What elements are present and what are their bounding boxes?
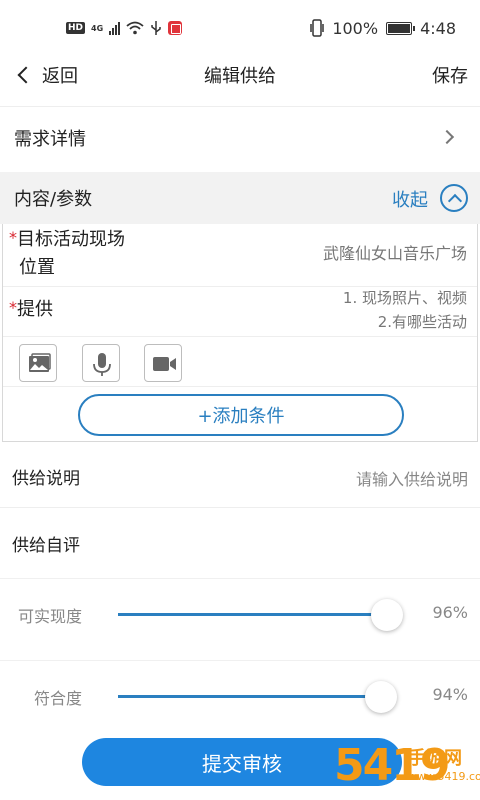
- provide-field-value[interactable]: 1. 现场照片、视频 2.有哪些活动: [343, 286, 467, 334]
- field-divider: [3, 336, 477, 337]
- network-type: 4G: [91, 23, 104, 33]
- supply-description-input[interactable]: 请输入供给说明: [356, 466, 468, 490]
- page-title: 编辑供给: [204, 66, 276, 87]
- conformity-value: 94%: [432, 685, 468, 704]
- conformity-track[interactable]: [118, 695, 381, 698]
- add-video-button[interactable]: [144, 344, 182, 382]
- watermark-url: www.5419.com: [408, 770, 480, 783]
- location-label-line2: 位置: [19, 257, 55, 278]
- battery-percent: 100%: [332, 18, 379, 38]
- location-field-label: * 目标活动现场 位置: [9, 226, 125, 282]
- hd-icon: HD: [66, 22, 86, 34]
- conformity-label: 符合度: [34, 689, 83, 708]
- status-right: 100% 4:48: [310, 19, 456, 38]
- notification-app-icon: [168, 21, 183, 35]
- add-condition-button[interactable]: +添加条件: [78, 394, 404, 436]
- status-bar: HD 4G 100% 4:48: [0, 0, 480, 56]
- battery-icon: [386, 21, 416, 35]
- feasibility-value: 96%: [432, 603, 468, 622]
- add-audio-button[interactable]: [82, 344, 120, 382]
- image-icon: [29, 353, 51, 372]
- required-mark: *: [9, 228, 17, 247]
- self-evaluation-label: 供给自评: [12, 535, 80, 556]
- collapse-button[interactable]: 收起: [392, 186, 428, 212]
- feasibility-label: 可实现度: [18, 607, 83, 626]
- chevron-right-icon: [439, 129, 455, 145]
- feasibility-slider-row: 可实现度 96%: [0, 578, 480, 648]
- feasibility-slider-knob[interactable]: [371, 599, 403, 631]
- location-label-line1: 目标活动现场: [17, 229, 125, 250]
- conformity-slider-row: 符合度 94%: [0, 660, 480, 730]
- feasibility-track[interactable]: [118, 613, 387, 616]
- usb-icon: [151, 21, 161, 35]
- wifi-icon: [126, 21, 144, 35]
- provide-field-label: * 提供: [9, 296, 53, 324]
- watermark-text: 手游网: [408, 748, 462, 769]
- supply-description-row: 供给说明 请输入供给说明: [0, 446, 480, 508]
- self-evaluation-row: 供给自评: [0, 512, 480, 574]
- location-field-value[interactable]: 武隆仙女山音乐广场: [323, 242, 467, 266]
- watermark-logo: 5419 手游网 www.5419.com: [334, 740, 480, 798]
- signal-icon: [109, 21, 121, 35]
- add-image-button[interactable]: [19, 344, 57, 382]
- status-left: HD 4G: [66, 20, 183, 36]
- requirement-details-label: 需求详情: [14, 128, 86, 150]
- provide-value-line2: 2.有哪些活动: [377, 313, 467, 331]
- video-camera-icon: [153, 357, 176, 371]
- content-section-title: 内容/参数: [14, 189, 93, 210]
- conformity-slider-knob[interactable]: [365, 681, 397, 713]
- chevron-up-circle-icon[interactable]: [440, 184, 468, 212]
- provide-label: 提供: [17, 299, 53, 320]
- supply-description-label: 供给说明: [12, 469, 80, 489]
- content-section-header: 内容/参数 收起: [0, 172, 480, 224]
- save-button[interactable]: 保存: [432, 62, 468, 88]
- microphone-icon: [93, 353, 111, 376]
- vibrate-icon: [310, 19, 325, 37]
- provide-value-line1: 1. 现场照片、视频: [342, 289, 467, 307]
- required-mark: *: [9, 298, 17, 317]
- content-box: * 目标活动现场 位置 武隆仙女山音乐广场 * 提供 1. 现场照片、视频 2.…: [2, 224, 478, 442]
- requirement-details-row[interactable]: 需求详情: [0, 106, 480, 168]
- edit-supply-screen: HD 4G 100% 4:48 返回 编辑供给 保存 需求详情 内容/参数 收起…: [0, 0, 480, 800]
- field-divider: [3, 386, 477, 387]
- nav-bar: 返回 编辑供给 保存: [0, 56, 480, 102]
- clock: 4:48: [420, 18, 456, 38]
